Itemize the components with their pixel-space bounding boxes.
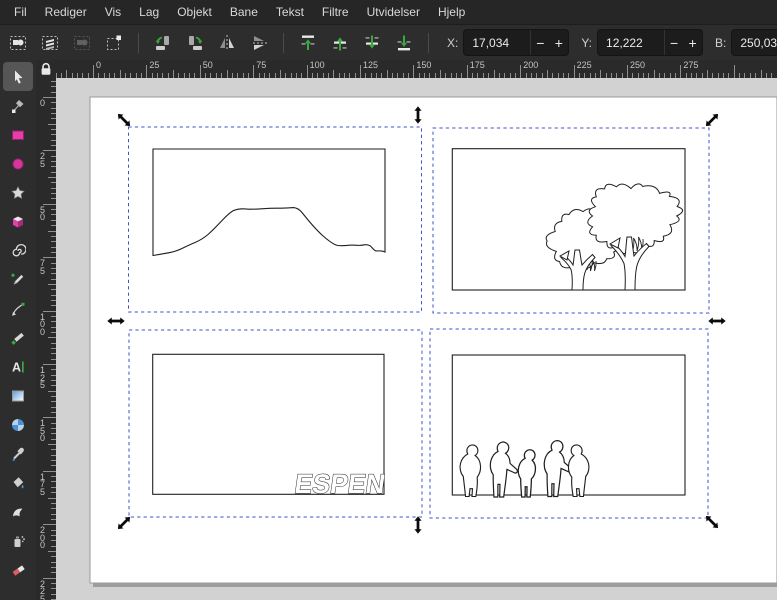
- x-label: X:: [447, 35, 459, 50]
- menu-bar: Fil Rediger Vis Lag Objekt Bane Tekst Filtre Utv…: [0, 0, 777, 24]
- 3d-box-icon: [13, 216, 23, 227]
- tweak-tool[interactable]: [3, 497, 33, 526]
- raise-to-top-icon: [301, 35, 315, 50]
- toggle-selection-box-button[interactable]: [100, 30, 128, 56]
- y-increment-button[interactable]: +: [683, 30, 702, 55]
- lower-button[interactable]: [358, 30, 386, 56]
- eraser-icon: [12, 564, 25, 576]
- lock-guides-button[interactable]: [36, 60, 56, 78]
- lower-to-bottom-icon: [397, 35, 411, 50]
- calligraphy-tool[interactable]: [3, 323, 33, 352]
- flip-vertical-button[interactable]: [245, 30, 273, 56]
- x-coordinate-field: X: − +: [447, 29, 570, 56]
- menu-item-filtre[interactable]: Filtre: [313, 1, 358, 23]
- spray-tool[interactable]: [3, 526, 33, 555]
- selector-arrow-icon: [15, 70, 23, 84]
- toolbar-separator: [138, 32, 139, 53]
- rectangle-tool[interactable]: [3, 120, 33, 149]
- menu-item-fil[interactable]: Fil: [5, 1, 36, 23]
- rectangle-icon: [12, 130, 24, 140]
- eraser-tool[interactable]: [3, 555, 33, 584]
- rotate-cw-icon: [189, 35, 203, 50]
- rotate-90-cw-button[interactable]: [181, 30, 209, 56]
- vertical-ruler[interactable]: 02 55 07 51 0 01 2 51 5 01 7 52 0 02 2 5: [36, 78, 56, 600]
- menu-item-bane[interactable]: Bane: [221, 1, 267, 23]
- menu-item-utvidelser[interactable]: Utvidelser: [358, 1, 429, 23]
- calligraphy-icon: [11, 332, 24, 345]
- lock-icon: [41, 62, 51, 75]
- pencil-tool[interactable]: [3, 265, 33, 294]
- lower-icon: [365, 35, 379, 49]
- x-input[interactable]: [464, 30, 531, 55]
- rotate-ccw-icon: [155, 35, 169, 50]
- select-all-layers-icon: [42, 35, 58, 50]
- deselect-icon: [74, 35, 90, 50]
- tool-palette: A: [0, 60, 36, 600]
- flip-horizontal-button[interactable]: [213, 30, 241, 56]
- espen-outline-text: ESPEN: [293, 468, 387, 499]
- node-editor-icon: [12, 99, 24, 113]
- star-tool[interactable]: [3, 178, 33, 207]
- flip-vertical-icon: [251, 35, 267, 50]
- flip-horizontal-icon: [220, 34, 234, 51]
- ellipse-icon: [12, 157, 24, 170]
- y-decrement-button[interactable]: −: [664, 30, 683, 55]
- deselect-button[interactable]: [68, 30, 96, 56]
- select-all-icon: [10, 35, 26, 50]
- menu-item-tekst[interactable]: Tekst: [267, 1, 313, 23]
- toolbar-separator: [428, 32, 429, 53]
- menu-item-rediger[interactable]: Rediger: [36, 1, 96, 23]
- y-input[interactable]: [598, 30, 665, 55]
- dropper-tool[interactable]: [3, 439, 33, 468]
- menu-item-hjelp[interactable]: Hjelp: [429, 1, 474, 23]
- spiral-tool[interactable]: [3, 236, 33, 265]
- star-icon: [11, 185, 25, 199]
- selector-tool[interactable]: [3, 62, 33, 91]
- spray-icon: [14, 535, 25, 547]
- gradient-tool[interactable]: [3, 381, 33, 410]
- horizontal-ruler[interactable]: 0 25 50 75 100 125 150 175 200 225 250 275: [56, 60, 777, 78]
- width-label: B:: [715, 35, 727, 50]
- paint-bucket-icon: [13, 476, 24, 488]
- menu-item-objekt[interactable]: Objekt: [168, 1, 221, 23]
- raise-button[interactable]: [326, 30, 354, 56]
- x-decrement-button[interactable]: −: [530, 30, 549, 55]
- raise-icon: [333, 36, 347, 50]
- mesh-gradient-tool[interactable]: [3, 410, 33, 439]
- mesh-gradient-icon: [12, 418, 24, 431]
- bezier-pen-icon: [12, 302, 25, 316]
- svg-text:A: A: [12, 360, 21, 374]
- menu-item-lag[interactable]: Lag: [130, 1, 168, 23]
- pencil-icon: [11, 273, 24, 285]
- canvas[interactable]: ESPEN: [56, 78, 777, 600]
- toolbar-separator: [283, 32, 284, 53]
- y-coordinate-field: Y: − +: [581, 29, 704, 56]
- raise-to-top-button[interactable]: [294, 30, 322, 56]
- x-increment-button[interactable]: +: [549, 30, 568, 55]
- text-tool[interactable]: A: [3, 352, 33, 381]
- select-all-button[interactable]: [4, 30, 32, 56]
- bezier-pen-tool[interactable]: [3, 294, 33, 323]
- node-editor-tool[interactable]: [3, 91, 33, 120]
- gradient-icon: [12, 390, 24, 401]
- ellipse-tool[interactable]: [3, 149, 33, 178]
- select-all-layers-button[interactable]: [36, 30, 64, 56]
- spiral-icon: [12, 243, 26, 256]
- lower-to-bottom-button[interactable]: [390, 30, 418, 56]
- selection-box-icon: [107, 35, 121, 50]
- tweak-icon: [13, 508, 23, 516]
- 3d-box-tool[interactable]: [3, 207, 33, 236]
- text-tool-icon: A: [12, 360, 24, 374]
- y-label: Y:: [581, 35, 593, 50]
- width-field: B: − +: [715, 29, 777, 56]
- selection-toolbar: X: − + Y: − + B: − +: [0, 24, 777, 60]
- paint-bucket-tool[interactable]: [3, 468, 33, 497]
- rotate-90-ccw-button[interactable]: [149, 30, 177, 56]
- menu-item-vis[interactable]: Vis: [96, 1, 130, 23]
- dropper-icon: [12, 447, 24, 461]
- width-input[interactable]: [732, 30, 777, 55]
